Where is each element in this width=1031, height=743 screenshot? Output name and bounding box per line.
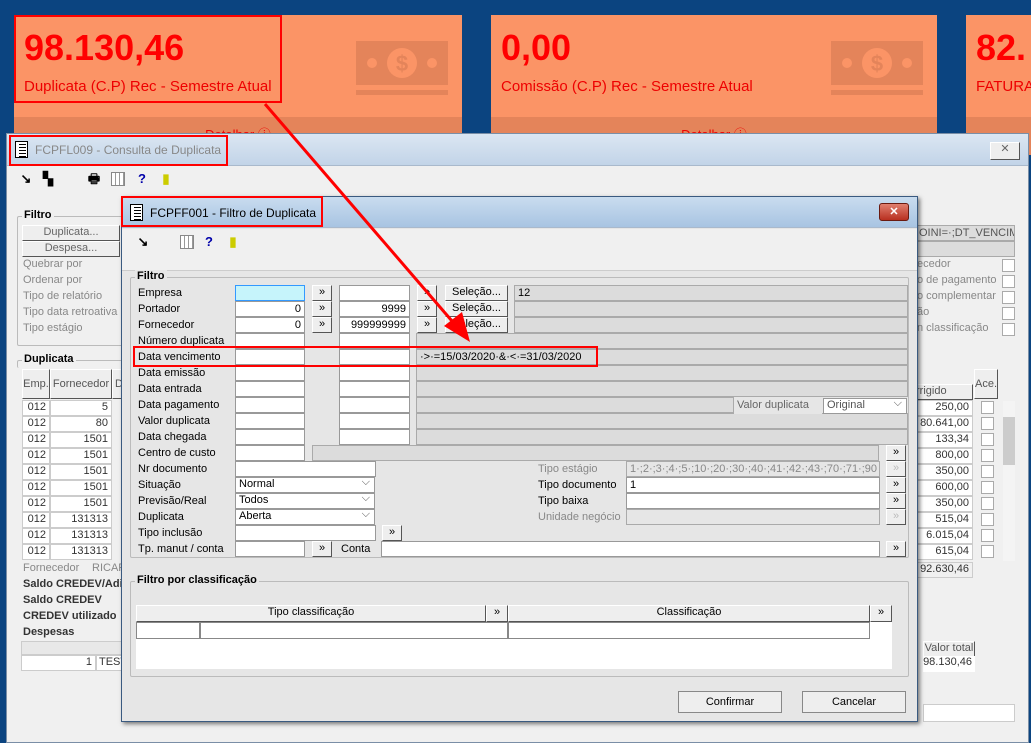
- annotation-arrow: [263, 103, 470, 342]
